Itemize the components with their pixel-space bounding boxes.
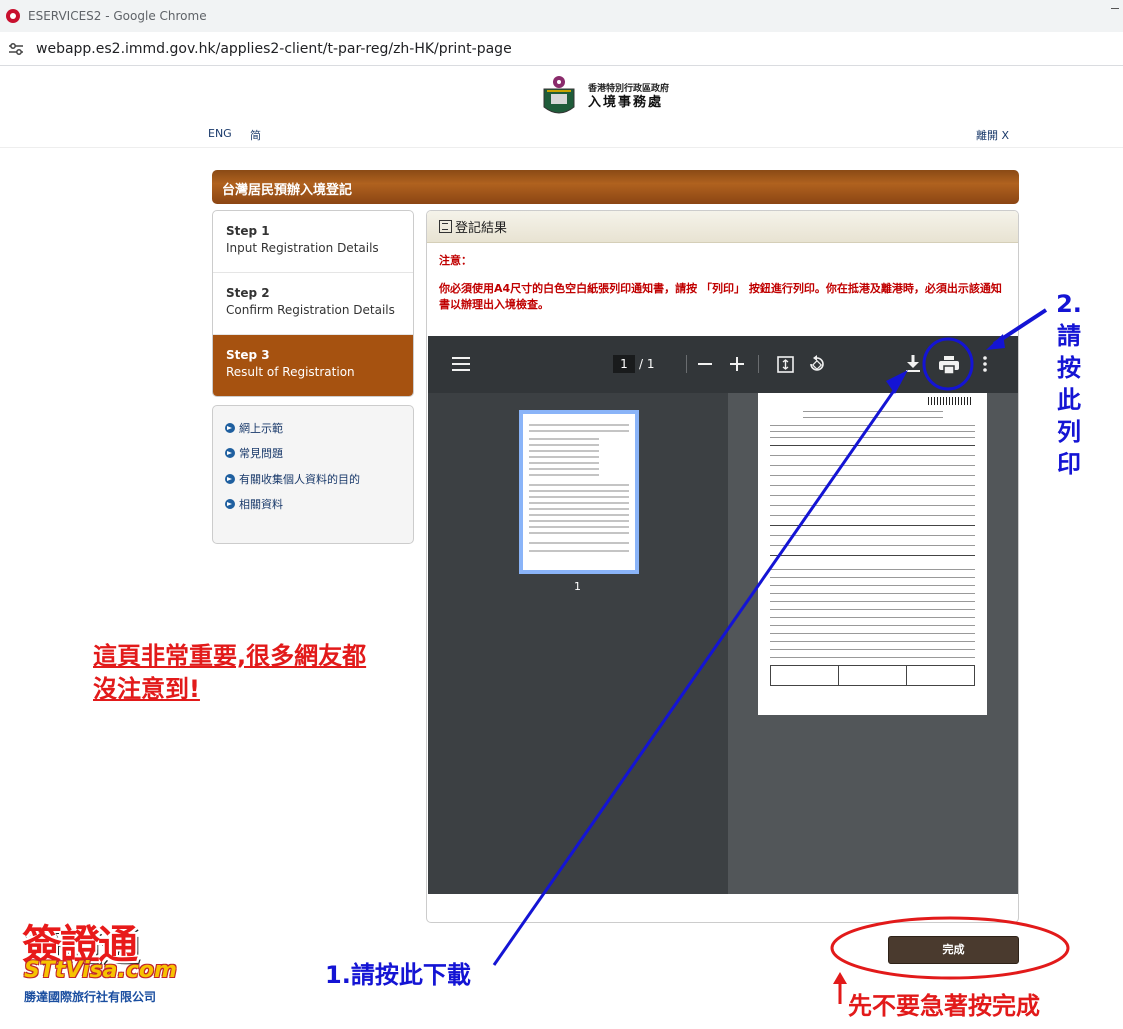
sttvisa-logo-company: 勝達國際旅行社有限公司: [24, 990, 157, 1004]
step-3-label: Result of Registration: [226, 365, 355, 379]
emblem-icon: [543, 76, 575, 114]
page-number-input[interactable]: 1: [613, 355, 635, 373]
notice-body: 你必須使用A4尺寸的白色空白紙張列印通知書，請按 「列印」 按鈕進行列印。你在抵…: [439, 282, 1002, 311]
fit-page-icon[interactable]: [777, 356, 794, 373]
arrow-circle-icon: [225, 499, 235, 510]
page-thumbnail[interactable]: [519, 410, 639, 574]
more-vert-icon[interactable]: [983, 356, 987, 372]
print-instruction-char: 按: [1057, 354, 1081, 382]
toolbar-separator: [686, 355, 687, 373]
lang-eng-link[interactable]: ENG: [208, 127, 232, 140]
minimize-icon[interactable]: [1111, 8, 1119, 9]
thumbnail-page-number: 1: [574, 580, 581, 593]
step-1-label: Input Registration Details: [226, 241, 379, 255]
result-panel: 登記結果 注意： 你必須使用A4尺寸的白色空白紙張列印通知書，請按 「列印」 按…: [426, 210, 1019, 923]
lang-simplified-link[interactable]: 简: [250, 127, 261, 143]
step-3-number: Step 3: [226, 348, 270, 362]
pdf-toolbar: 1 / 1: [428, 336, 1018, 393]
link-privacy-label[interactable]: 有關收集個人資料的目的: [239, 471, 360, 487]
logout-link[interactable]: 離開 X: [976, 127, 1009, 143]
print-instruction-num: 2.: [1056, 290, 1082, 318]
arrow-circle-icon: [225, 448, 235, 459]
address-bar[interactable]: webapp.es2.immd.gov.hk/applies2-client/t…: [0, 32, 1123, 66]
site-settings-icon[interactable]: [8, 42, 24, 56]
org-line1: 香港特別行政區政府: [588, 83, 670, 94]
print-instruction-char: 此: [1057, 386, 1081, 414]
notice-title: 注意：: [439, 254, 472, 267]
link-related-info-label[interactable]: 相關資料: [239, 496, 283, 512]
step-1: Step 1 Input Registration Details: [213, 211, 413, 273]
print-instruction-char: 印: [1057, 450, 1081, 478]
sttvisa-logo: 簽證通 STtVisa.com 勝達國際旅行社有限公司: [18, 910, 186, 1010]
pdf-page: [758, 393, 987, 715]
print-notice: 注意： 你必須使用A4尺寸的白色空白紙張列印通知書，請按 「列印」 按鈕進行列印…: [427, 243, 1018, 313]
browser-tab-title: ESERVICES2 - Google Chrome: [28, 9, 207, 23]
rotate-icon[interactable]: [808, 355, 826, 373]
step-2: Step 2 Confirm Registration Details: [213, 273, 413, 335]
sttvisa-logo-en: STtVisa.com: [24, 958, 177, 983]
download-icon[interactable]: [906, 355, 920, 373]
pdf-viewer[interactable]: 1 / 1 1: [428, 336, 1018, 894]
url-text[interactable]: webapp.es2.immd.gov.hk/applies2-client/t…: [36, 41, 512, 57]
page-title: 台灣居民預辦入境登記: [212, 170, 1019, 204]
browser-titlebar: ESERVICES2 - Google Chrome: [0, 0, 1123, 32]
document-icon: [439, 220, 452, 233]
step-1-number: Step 1: [226, 224, 270, 238]
link-faq-label[interactable]: 常見問題: [239, 445, 283, 461]
arrow-circle-icon: [225, 422, 235, 433]
header-divider: [0, 147, 1123, 148]
related-links: 網上示範 常見問題 有關收集個人資料的目的 相關資料: [212, 405, 414, 544]
immd-logo: 香港特別行政區政府 入境事務處: [540, 72, 690, 122]
step-2-label: Confirm Registration Details: [226, 303, 395, 317]
page-total: / 1: [639, 357, 655, 371]
done-button[interactable]: 完成: [888, 936, 1019, 964]
important-note-line2: 沒注意到!: [93, 675, 200, 703]
steps-panel: Step 1 Input Registration Details Step 2…: [212, 210, 414, 397]
important-note: 這頁非常重要,很多網友都 沒注意到!: [93, 640, 366, 706]
toolbar-separator: [758, 355, 759, 373]
org-line2: 入境事務處: [588, 94, 664, 110]
arrow-circle-icon: [225, 473, 235, 484]
minus-icon[interactable]: [698, 363, 712, 366]
result-panel-title: 登記結果: [455, 221, 508, 236]
hold-instruction: 先不要急著按完成: [848, 992, 1040, 1020]
link-online-demo-label[interactable]: 網上示範: [239, 420, 283, 436]
plus-icon[interactable]: [730, 357, 744, 371]
thumbnail-sidebar: 1: [428, 393, 728, 894]
print-instruction-char: 列: [1057, 418, 1081, 446]
step-3-active: Step 3 Result of Registration: [213, 335, 413, 396]
step-2-number: Step 2: [226, 286, 270, 300]
print-instruction: 2. 請 按 此 列 印: [1054, 288, 1084, 480]
link-related-info[interactable]: 相關資料: [225, 488, 401, 522]
menu-icon[interactable]: [452, 356, 470, 372]
important-note-line1: 這頁非常重要,很多網友都: [93, 642, 367, 670]
print-icon[interactable]: [939, 356, 959, 374]
result-panel-header: 登記結果: [427, 211, 1018, 243]
favicon-icon: [6, 9, 20, 23]
red-arrow-head: [833, 972, 847, 984]
print-instruction-char: 請: [1057, 322, 1081, 350]
download-instruction: 1.請按此下載: [325, 961, 471, 989]
